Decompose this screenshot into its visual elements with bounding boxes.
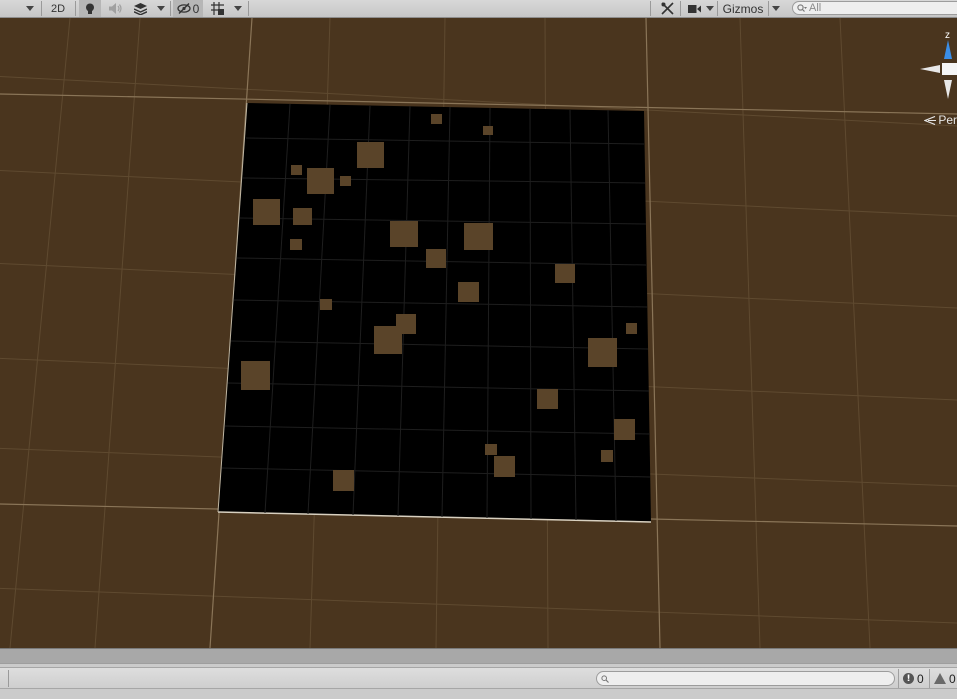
console-search-input[interactable]	[609, 671, 883, 686]
scene-toolbar: 2D 0 Gizmos All	[0, 0, 957, 18]
toolbar-divider	[170, 1, 171, 16]
info-icon: !	[903, 673, 914, 684]
gizmos-button[interactable]: Gizmos	[718, 0, 768, 17]
warning-count: 0	[949, 671, 956, 686]
chevron-down-icon	[772, 6, 780, 11]
maze-plane[interactable]	[218, 103, 651, 522]
gizmo-z-label: z	[945, 30, 950, 41]
hidden-objects-count: 0	[192, 1, 200, 16]
grid-icon	[210, 2, 224, 15]
speaker-icon	[108, 3, 122, 14]
effects-dropdown[interactable]	[153, 0, 169, 17]
search-icon	[797, 3, 807, 12]
lighting-toggle[interactable]	[79, 0, 101, 17]
toolbar-divider	[8, 670, 9, 687]
toolbar-divider	[680, 1, 681, 16]
chevron-down-icon	[234, 6, 242, 11]
layers-icon	[133, 2, 147, 15]
eye-slash-icon	[177, 3, 191, 14]
chevron-down-icon	[157, 6, 165, 11]
gizmo-center-cube[interactable]	[942, 63, 957, 75]
toolbar-divider	[41, 1, 42, 16]
warning-icon	[934, 673, 946, 684]
toolbar-divider	[75, 1, 76, 16]
projection-label: Per	[938, 113, 957, 127]
effects-toggle[interactable]	[129, 0, 151, 17]
hidden-objects-toggle[interactable]: 0	[173, 0, 203, 17]
info-count: 0	[917, 671, 924, 686]
gizmos-dropdown[interactable]	[768, 0, 784, 17]
camera-settings-button[interactable]	[683, 0, 719, 17]
toolbar-divider	[248, 1, 249, 16]
toolbar-divider	[650, 1, 651, 16]
chevron-down-icon	[706, 6, 714, 11]
panel-separator	[0, 648, 957, 663]
perspective-icon	[924, 115, 937, 125]
lightbulb-icon	[86, 3, 94, 14]
scene-search-input[interactable]	[807, 2, 949, 14]
console-toolbar: ! 0 0	[0, 667, 957, 689]
console-info-filter[interactable]: ! 0	[898, 669, 929, 688]
camera-icon	[688, 4, 701, 13]
shading-mode-dropdown[interactable]	[22, 0, 38, 17]
projection-toggle[interactable]: Per	[924, 113, 957, 127]
grid-toggle[interactable]	[206, 0, 228, 17]
component-tools-button[interactable]	[656, 0, 678, 17]
scene-viewport[interactable]: z Per	[0, 18, 957, 648]
2d-mode-toggle[interactable]: 2D	[44, 0, 72, 17]
search-icon	[601, 674, 609, 683]
audio-toggle[interactable]	[104, 0, 126, 17]
chevron-down-icon	[26, 6, 34, 11]
console-search-field[interactable]	[596, 671, 895, 686]
grid-dropdown[interactable]	[230, 0, 246, 17]
console-warning-filter[interactable]: 0	[929, 669, 957, 688]
tools-icon	[660, 2, 674, 15]
scene-canvas[interactable]: z	[0, 18, 957, 648]
scene-search-field[interactable]	[792, 1, 957, 15]
